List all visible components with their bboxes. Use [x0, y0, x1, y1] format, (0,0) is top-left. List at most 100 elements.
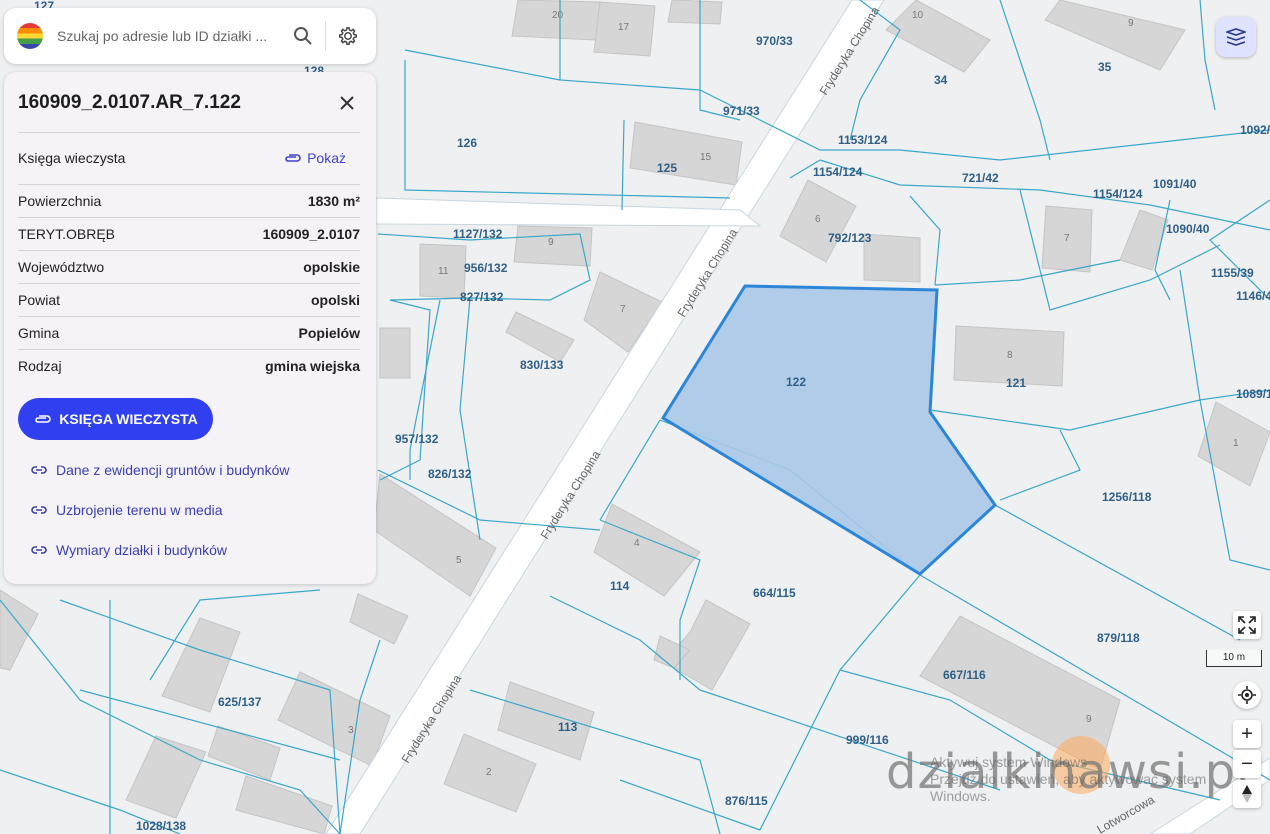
windows-activation-notice: Aktywuj system Windows Przejdź do ustawi…	[930, 754, 1206, 805]
building-number: 20	[552, 10, 564, 21]
zoom-out-button[interactable]: −	[1233, 750, 1261, 778]
building-number: 3	[348, 725, 354, 736]
kw-row: Księga wieczysta Pokaż	[18, 142, 360, 174]
parcel-number: 879/118	[1097, 631, 1140, 645]
parcel-number: 827/132	[460, 290, 504, 304]
windows-activation-line: Aktywuj system Windows	[930, 754, 1088, 770]
parcel-number: 34	[934, 73, 948, 87]
fullscreen-button[interactable]	[1233, 611, 1261, 639]
parcel-number: 1127/132	[453, 227, 503, 241]
link-utilities[interactable]: Uzbrojenie terenu w media	[30, 502, 223, 518]
layers-button[interactable]	[1216, 17, 1256, 57]
parcel-number: 1154/124	[1093, 187, 1143, 201]
link-icon	[31, 546, 47, 554]
info-row: Województwo opolskie	[18, 251, 360, 283]
building-number: 2	[486, 767, 492, 778]
parcel-number: 1146/4	[1236, 289, 1270, 303]
kw-label: Księga wieczysta	[18, 150, 126, 166]
locate-button[interactable]	[1233, 681, 1261, 709]
app-logo[interactable]	[17, 23, 43, 49]
link-label: Uzbrojenie terenu w media	[56, 502, 223, 518]
zoom-in-button[interactable]: +	[1233, 720, 1261, 748]
parcel-number: 1028/138	[136, 819, 186, 833]
parcel-number: 1092/	[1240, 123, 1270, 137]
building-number: 7	[1064, 233, 1070, 244]
building-number: 17	[618, 22, 630, 33]
fullscreen-icon	[1238, 616, 1256, 634]
parcel-number: 1090/40	[1166, 222, 1210, 236]
parcel-title: 160909_2.0107.AR_7.122	[18, 92, 241, 113]
kw-show-button[interactable]: Pokaż	[283, 150, 346, 166]
info-label: TERYT.OBRĘB	[18, 226, 115, 242]
layers-icon	[1226, 28, 1246, 46]
locate-icon	[1238, 686, 1256, 704]
close-icon[interactable]	[334, 90, 360, 116]
parcel-number: 1155/39	[1211, 266, 1254, 280]
parcel-number: 1091/40	[1153, 177, 1197, 191]
info-row: Gmina Popielów	[18, 317, 360, 349]
land-register-button[interactable]: KSIĘGA WIECZYSTA	[18, 398, 213, 440]
parcel-number: 1256/118	[1102, 490, 1152, 504]
link-icon	[31, 466, 47, 474]
parcel-number: 625/137	[218, 695, 262, 709]
building-number: 9	[1128, 18, 1134, 29]
parcel-number: 956/132	[464, 261, 508, 275]
info-label: Powierzchnia	[18, 193, 102, 209]
building-number: 9	[548, 237, 554, 248]
parcel-number: 792/123	[828, 231, 872, 245]
info-row: Powierzchnia 1830 m²	[18, 185, 360, 217]
parcel-number: 970/33	[756, 34, 793, 48]
info-value: Popielów	[298, 325, 360, 341]
parcel-number: 826/132	[428, 467, 472, 481]
parcel-number: 126	[457, 136, 477, 150]
parcel-number: 121	[1006, 376, 1026, 390]
scale-bar: 10 m	[1206, 650, 1262, 667]
building-number: 11	[438, 266, 449, 277]
parcel-number: 721/42	[962, 171, 999, 185]
info-label: Powiat	[18, 292, 61, 308]
building-number: 15	[700, 152, 712, 163]
parcel-number: 114	[610, 579, 630, 593]
parcel-number: 957/132	[395, 432, 439, 446]
info-label: Województwo	[18, 259, 105, 275]
building-number: 1	[1233, 438, 1239, 449]
parcel-number: 35	[1098, 60, 1112, 74]
parcel-number: 1154/124	[813, 165, 863, 179]
parcel-number: 830/133	[520, 358, 564, 372]
search-input[interactable]: Szukaj po adresie lub ID działki ...	[57, 28, 291, 44]
building-number: 7	[620, 304, 626, 315]
info-row: TERYT.OBRĘB 160909_2.0107	[18, 218, 360, 250]
building-number: 10	[912, 10, 924, 21]
info-value: 160909_2.0107	[262, 226, 360, 242]
link-icon	[31, 506, 47, 514]
info-row: Rodzaj gmina wiejska	[18, 350, 360, 382]
info-value: 1830 m²	[307, 193, 360, 209]
info-label: Rodzaj	[18, 358, 62, 374]
search-bar: Szukaj po adresie lub ID działki ...	[4, 8, 376, 64]
building-number: 9	[1086, 714, 1092, 725]
gear-icon[interactable]	[336, 24, 360, 48]
info-value: opolski	[310, 292, 360, 308]
land-register-button-label: KSIĘGA WIECZYSTA	[59, 411, 198, 427]
parcel-number: 113	[558, 720, 578, 734]
link-label: Dane z ewidencji gruntów i budynków	[56, 462, 290, 478]
parcel-number: 999/116	[846, 733, 889, 747]
search-divider	[325, 21, 326, 51]
windows-activation-line: Przejdź do ustawień, aby aktywować syste…	[930, 771, 1207, 787]
search-icon[interactable]	[291, 24, 315, 48]
link-dimensions[interactable]: Wymiary działki i budynków	[30, 542, 227, 558]
info-label: Gmina	[18, 325, 60, 341]
link-land-records[interactable]: Dane z ewidencji gruntów i budynków	[30, 462, 289, 478]
attachment-icon	[285, 154, 301, 162]
kw-show-label: Pokaż	[307, 150, 346, 166]
attachment-icon	[35, 415, 51, 423]
link-label: Wymiary działki i budynków	[56, 542, 228, 558]
north-arrow-button[interactable]	[1233, 780, 1261, 808]
parcel-number: 667/116	[943, 668, 986, 682]
building-number: 5	[456, 555, 462, 566]
info-value: opolskie	[303, 259, 360, 275]
selected-parcel-number: 122	[786, 375, 806, 389]
parcel-number: 876/115	[725, 794, 768, 808]
divider	[18, 132, 360, 133]
parcel-number: 971/33	[723, 104, 760, 118]
